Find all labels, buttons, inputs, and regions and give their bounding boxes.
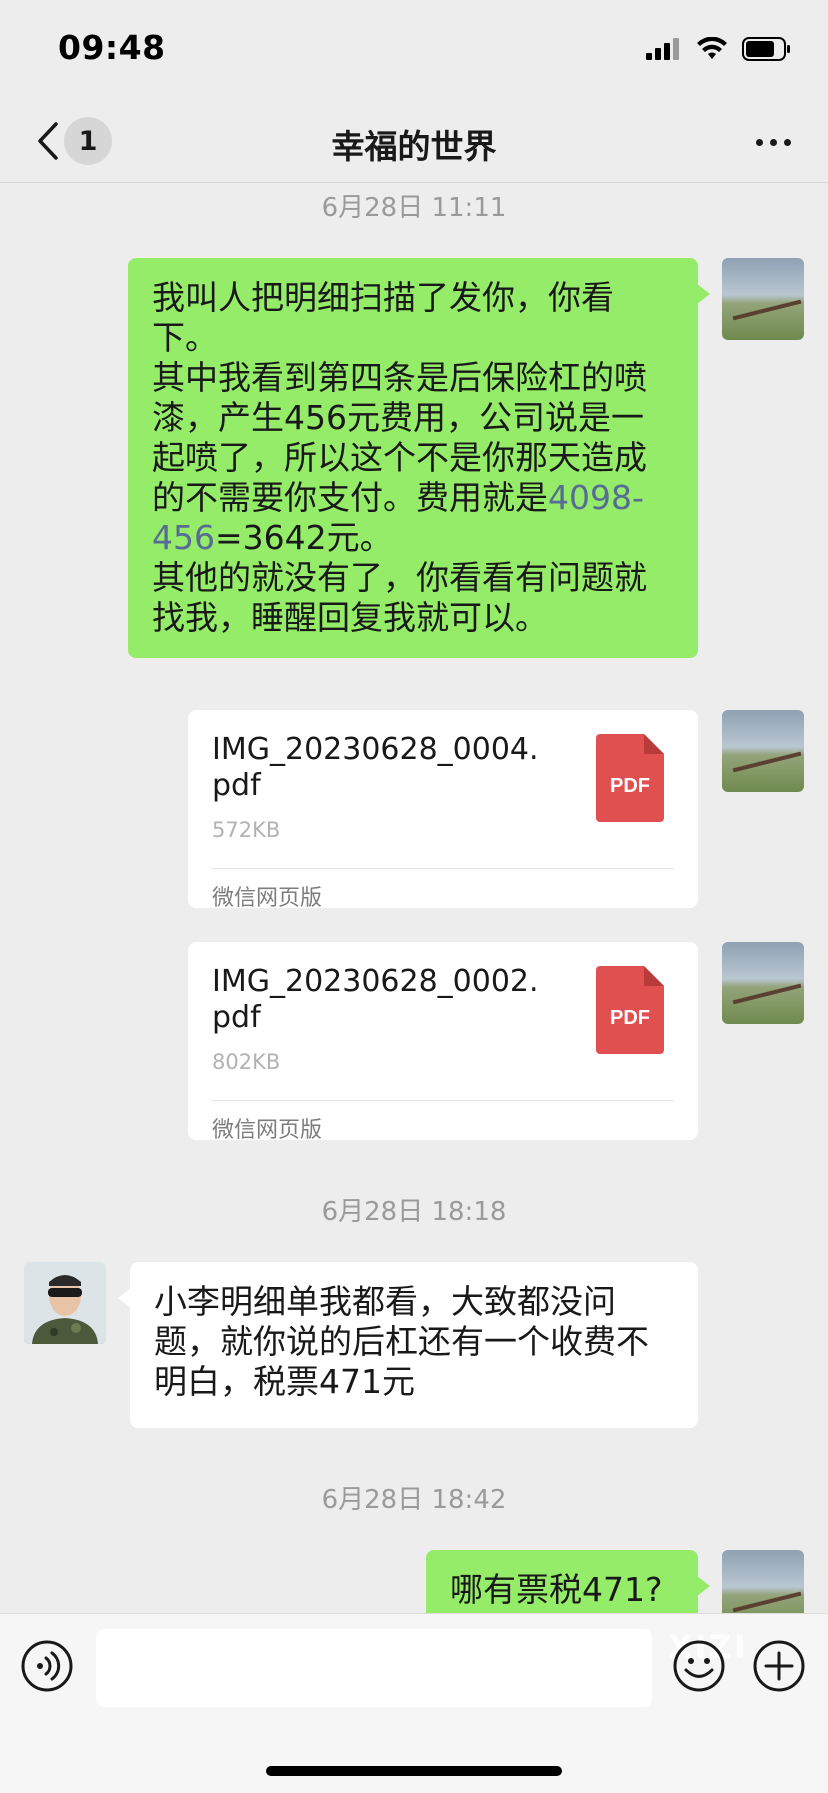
message-timestamp: 6月28日 11:11 xyxy=(321,193,507,223)
divider xyxy=(212,1100,674,1101)
message-text: 下。 xyxy=(152,318,218,357)
wifi-icon xyxy=(697,37,727,59)
message-timestamp: 6月28日 18:42 xyxy=(321,1485,507,1515)
battery-icon xyxy=(742,37,790,61)
my-avatar[interactable] xyxy=(722,1550,804,1613)
message-text: 漆，产生456元费用，公司说是一 xyxy=(152,398,644,437)
emoji-icon[interactable] xyxy=(672,1639,726,1693)
file-source: 微信网页版 xyxy=(212,1118,323,1143)
file-message-card[interactable]: IMG_20230628_0004. pdf 572KB 微信网页版 PDF xyxy=(188,710,698,911)
file-size: 802KB xyxy=(212,1050,281,1074)
nav-bar: 幸福的世界 xyxy=(0,100,828,183)
file-size: 572KB xyxy=(212,818,281,842)
person-avatar-image xyxy=(24,1262,106,1344)
phone-number-link[interactable]: 4098- xyxy=(548,478,644,517)
my-avatar[interactable] xyxy=(722,258,804,340)
message-text: 找我，睡醒回复我就可以。 xyxy=(152,598,548,637)
message-text: 起喷了，所以这个不是你那天造成 xyxy=(152,438,647,477)
file-name: IMG_20230628_0002. pdf xyxy=(212,964,539,1035)
message-timestamp: 6月28日 18:18 xyxy=(321,1197,507,1227)
plus-icon[interactable] xyxy=(752,1639,806,1693)
my-avatar[interactable] xyxy=(722,942,804,1024)
message-text: 小李明细单我都看，大致都没问 xyxy=(154,1282,616,1321)
message-text: 其他的就没有了，你看看有问题就 xyxy=(152,558,647,597)
unread-count-badge[interactable]: 1 xyxy=(64,117,112,165)
file-name: IMG_20230628_0004. pdf xyxy=(212,732,539,803)
svg-text:PDF: PDF xyxy=(610,775,650,797)
status-bar: 09:48 xyxy=(0,0,828,100)
home-indicator xyxy=(266,1766,562,1776)
chat-messages[interactable]: 6月28日 11:11 我叫人把明细扫描了发你，你看 下。 其中我看到第四条是后… xyxy=(0,183,828,1613)
pdf-file-icon: PDF xyxy=(596,734,664,822)
message-text: 我叫人把明细扫描了发你，你看 xyxy=(152,278,614,317)
contact-avatar[interactable] xyxy=(24,1262,106,1344)
message-text: 哪有票税471? xyxy=(450,1570,663,1609)
chat-title: 幸福的世界 xyxy=(331,127,497,166)
status-icons xyxy=(646,34,792,64)
more-button[interactable] xyxy=(748,122,798,162)
status-time: 09:48 xyxy=(58,28,166,67)
sent-message-bubble[interactable]: 我叫人把明细扫描了发你，你看 下。 其中我看到第四条是后保险杠的喷 漆，产生45… xyxy=(128,258,710,658)
my-avatar[interactable] xyxy=(722,710,804,792)
message-text: 明白，税票471元 xyxy=(154,1362,415,1401)
sent-message-bubble[interactable]: 哪有票税471? xyxy=(426,1550,710,1613)
input-bar: XIZI xyxy=(0,1613,828,1793)
svg-text:PDF: PDF xyxy=(610,1007,650,1029)
message-text: 的不需要你支付。费用就是 xyxy=(152,478,548,517)
message-text: 题，就你说的后杠还有一个收费不 xyxy=(154,1322,649,1361)
signal-icon xyxy=(646,38,679,60)
pdf-file-icon: PDF xyxy=(596,966,664,1054)
file-message-card[interactable]: IMG_20230628_0002. pdf 802KB 微信网页版 PDF xyxy=(188,942,698,1143)
more-dots-icon xyxy=(755,138,763,146)
message-text: 其中我看到第四条是后保险杠的喷 xyxy=(152,358,647,397)
received-message-bubble[interactable]: 小李明细单我都看，大致都没问 题，就你说的后杠还有一个收费不 明白，税票471元 xyxy=(118,1262,698,1428)
divider xyxy=(212,868,674,869)
file-source: 微信网页版 xyxy=(212,886,323,911)
message-input[interactable] xyxy=(96,1629,652,1707)
message-text: =3642元。 xyxy=(215,518,393,557)
phone-number-link[interactable]: 456 xyxy=(152,518,215,557)
voice-icon[interactable] xyxy=(20,1639,74,1693)
